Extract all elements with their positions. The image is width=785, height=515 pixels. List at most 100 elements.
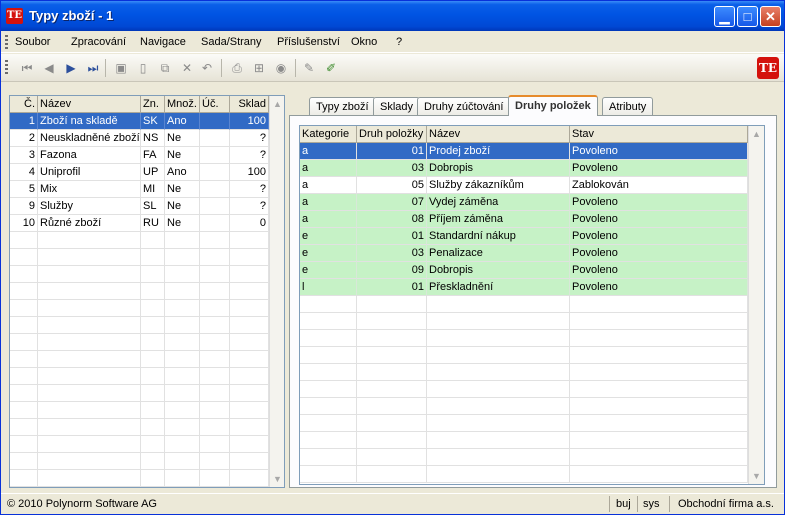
scroll-up-icon[interactable]: ▲ xyxy=(270,96,284,112)
cell-type[interactable]: 01 xyxy=(357,279,427,296)
cell-no[interactable] xyxy=(10,300,38,317)
cell-cat[interactable]: l xyxy=(300,279,357,296)
menu-soubor[interactable]: Soubor xyxy=(15,36,50,48)
column-header-quantity[interactable]: Množ. xyxy=(165,96,200,113)
cell-acc[interactable] xyxy=(200,402,230,419)
menu-okno[interactable]: Okno xyxy=(351,36,377,48)
empty-row[interactable] xyxy=(300,449,748,466)
cell-name[interactable]: Služby xyxy=(38,198,141,215)
cell-stock[interactable] xyxy=(230,283,269,300)
cell-state[interactable] xyxy=(570,296,748,313)
cell-acc[interactable] xyxy=(200,453,230,470)
cell-cat[interactable] xyxy=(300,432,357,449)
cell-acc[interactable] xyxy=(200,334,230,351)
cell-no[interactable] xyxy=(10,232,38,249)
cell-name[interactable]: Přeskladnění xyxy=(427,279,570,296)
cell-no[interactable] xyxy=(10,351,38,368)
cell-qty[interactable] xyxy=(165,232,200,249)
app-logo-icon[interactable]: TE xyxy=(6,8,23,24)
cell-name[interactable] xyxy=(427,347,570,364)
menu-prislusenstvi[interactable]: Příslušenství xyxy=(277,36,340,48)
cell-code[interactable]: RU xyxy=(141,215,165,232)
cell-qty[interactable]: Ne xyxy=(165,181,200,198)
cell-code[interactable]: FA xyxy=(141,147,165,164)
table-row[interactable]: a 08 Příjem záměna Povoleno xyxy=(300,211,748,228)
cell-cat[interactable]: e xyxy=(300,228,357,245)
table-row[interactable]: l 01 Přeskladnění Povoleno xyxy=(300,279,748,296)
cell-acc[interactable] xyxy=(200,266,230,283)
cell-name[interactable] xyxy=(427,364,570,381)
table-row[interactable]: 9 Služby SL Ne? xyxy=(10,198,269,215)
cell-cat[interactable]: e xyxy=(300,262,357,279)
cell-name[interactable] xyxy=(38,351,141,368)
empty-row[interactable] xyxy=(10,402,269,419)
cell-name[interactable] xyxy=(38,249,141,266)
table-row[interactable]: e 09 Dobropis Povoleno xyxy=(300,262,748,279)
cell-code[interactable] xyxy=(141,266,165,283)
cell-no[interactable] xyxy=(10,334,38,351)
cell-name[interactable] xyxy=(427,330,570,347)
cell-state[interactable]: Povoleno xyxy=(570,245,748,262)
cell-name[interactable] xyxy=(38,470,141,487)
cell-type[interactable] xyxy=(357,347,427,364)
copy-icon[interactable]: ⧉ xyxy=(157,60,173,76)
title-bar[interactable]: TE Typy zboží - 1 ▁ □ ✕ xyxy=(1,1,784,31)
cell-cat[interactable]: e xyxy=(300,245,357,262)
cell-name[interactable]: Různé zboží xyxy=(38,215,141,232)
cell-stock[interactable]: 100 xyxy=(230,164,269,181)
scroll-down-icon[interactable]: ▼ xyxy=(270,471,284,487)
empty-row[interactable] xyxy=(10,317,269,334)
cell-name[interactable]: Prodej zboží xyxy=(427,143,570,160)
cell-cat[interactable] xyxy=(300,347,357,364)
cell-no[interactable]: 10 xyxy=(10,215,38,232)
empty-row[interactable] xyxy=(10,368,269,385)
cell-stock[interactable] xyxy=(230,334,269,351)
close-button[interactable]: ✕ xyxy=(760,6,781,27)
cell-type[interactable] xyxy=(357,432,427,449)
cell-no[interactable]: 4 xyxy=(10,164,38,181)
cell-cat[interactable] xyxy=(300,466,357,483)
table-row[interactable]: e 01 Standardní nákup Povoleno xyxy=(300,228,748,245)
empty-row[interactable] xyxy=(10,436,269,453)
cell-cat[interactable]: a xyxy=(300,211,357,228)
cell-name[interactable]: Zboží na skladě xyxy=(38,113,141,130)
refresh-icon[interactable]: ◉ xyxy=(273,60,289,76)
cell-acc[interactable] xyxy=(200,419,230,436)
tab-druhy-polozek[interactable]: Druhy položek xyxy=(508,95,598,116)
cell-type[interactable]: 09 xyxy=(357,262,427,279)
cell-code[interactable] xyxy=(141,232,165,249)
cell-stock[interactable]: ? xyxy=(230,198,269,215)
cell-stock[interactable] xyxy=(230,266,269,283)
cell-stock[interactable]: ? xyxy=(230,147,269,164)
cell-state[interactable] xyxy=(570,466,748,483)
cell-acc[interactable] xyxy=(200,113,230,130)
cell-cat[interactable] xyxy=(300,313,357,330)
new-document-icon[interactable]: ▯ xyxy=(135,60,151,76)
cell-acc[interactable] xyxy=(200,198,230,215)
cell-cat[interactable] xyxy=(300,449,357,466)
cell-no[interactable] xyxy=(10,283,38,300)
cell-type[interactable] xyxy=(357,449,427,466)
cell-qty[interactable] xyxy=(165,368,200,385)
cell-code[interactable] xyxy=(141,453,165,470)
cell-qty[interactable] xyxy=(165,317,200,334)
cell-state[interactable] xyxy=(570,449,748,466)
empty-row[interactable] xyxy=(300,364,748,381)
table-row[interactable]: 3 Fazona FA Ne? xyxy=(10,147,269,164)
cell-no[interactable] xyxy=(10,368,38,385)
cell-code[interactable] xyxy=(141,300,165,317)
cell-qty[interactable] xyxy=(165,249,200,266)
cell-qty[interactable] xyxy=(165,351,200,368)
cell-state[interactable]: Povoleno xyxy=(570,160,748,177)
cell-no[interactable]: 5 xyxy=(10,181,38,198)
cell-state[interactable]: Povoleno xyxy=(570,143,748,160)
save-icon[interactable]: ▣ xyxy=(113,60,129,76)
empty-row[interactable] xyxy=(10,334,269,351)
cell-cat[interactable]: a xyxy=(300,194,357,211)
cell-name[interactable] xyxy=(427,415,570,432)
table-row[interactable]: a 07 Vydej záměna Povoleno xyxy=(300,194,748,211)
cell-no[interactable] xyxy=(10,317,38,334)
cell-state[interactable] xyxy=(570,432,748,449)
cell-code[interactable] xyxy=(141,385,165,402)
cell-name[interactable] xyxy=(427,398,570,415)
